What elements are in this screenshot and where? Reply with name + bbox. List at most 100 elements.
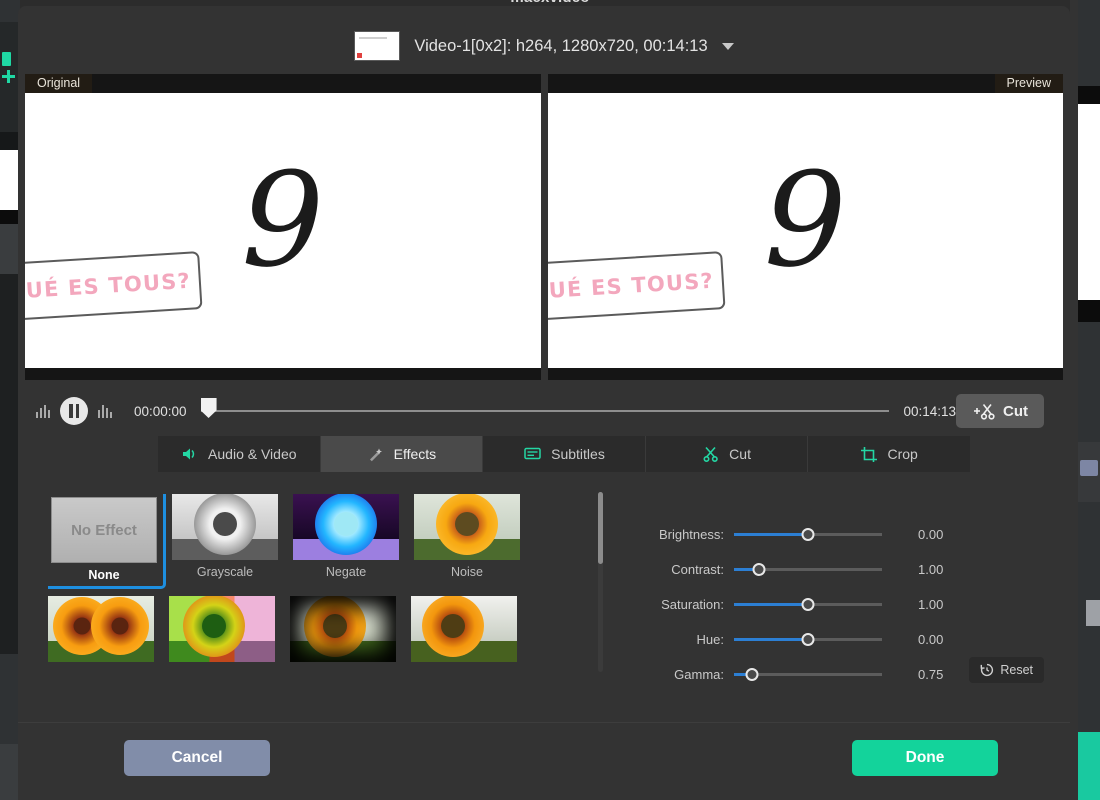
effect-item-mirror[interactable] [48,596,154,683]
original-video-frame: 9 UÉ ES TOUS? [25,93,541,368]
tab-label: Crop [887,446,918,462]
slider-knob[interactable] [745,668,759,681]
effect-item-negate[interactable]: Negate [293,494,399,583]
slider-row-hue: Hue: 0.00 [638,622,1058,657]
speaker-icon [183,448,195,460]
slider-value: 0.75 [918,667,944,682]
effect-label: Negate [325,565,367,579]
tab-label: Subtitles [551,446,605,462]
bg-left-lower [0,654,20,744]
original-pane: Original 9 UÉ ES TOUS? [25,74,541,380]
brightness-slider[interactable] [734,528,882,542]
subtitles-icon [524,447,541,460]
slider-knob[interactable] [801,598,815,611]
playback-toolbar: 00:00:00 00:14:13 Cut [18,386,1070,436]
tab-crop[interactable]: Crop [808,436,970,472]
saturation-slider[interactable] [734,598,882,612]
effect-label: Grayscale [196,565,254,579]
adjustment-sliders: Brightness: 0.00 Contrast: 1.00 Saturati… [638,517,1058,692]
slider-value: 0.00 [918,527,944,542]
cancel-button[interactable]: Cancel [124,740,270,776]
original-label: Original [25,74,93,93]
preview-video-glyph: 9 [763,143,847,296]
effect-item-vignette[interactable] [290,596,396,683]
bg-right-dark-bar-top [1078,86,1100,104]
dialog-header: Video-1[0x2]: h264, 1280x720, 00:14:13 [18,20,1070,72]
scissors-plus-icon [974,404,995,420]
effects-scrollbar[interactable] [598,492,603,672]
background-window-left [0,0,20,800]
bg-left-white-panel [0,150,20,210]
bg-right-badge [1080,460,1098,476]
crop-icon [861,447,878,462]
timeline-rail [200,409,890,413]
preview-pane: Preview 9 UÉ ES TOUS? [547,74,1063,380]
background-window-right [1070,0,1100,800]
effect-thumbnail [48,596,154,662]
cut-button[interactable]: Cut [956,394,1044,428]
pause-icon[interactable] [60,397,88,425]
slider-value: 1.00 [918,597,944,612]
contrast-slider[interactable] [734,563,882,577]
effect-thumbnail [411,596,517,662]
slider-fill [734,533,808,536]
cut-button-label: Cut [1003,402,1028,420]
effect-item-none[interactable]: No Effect None [48,494,166,589]
scissors-icon [703,446,718,462]
bg-left-plus-icon [2,70,15,83]
effect-label [290,667,396,683]
slider-fill [734,603,808,606]
done-button[interactable]: Done [852,740,998,776]
slider-label: Brightness: [658,527,724,542]
effect-item-sketch[interactable] [411,596,517,683]
effect-label [48,667,154,683]
effect-thumbnail: No Effect [51,497,157,563]
effects-list[interactable]: No Effect None Grayscale Negate Noise [48,494,593,690]
slider-row-contrast: Contrast: 1.00 [638,552,1058,587]
timeline-playhead[interactable] [200,398,217,418]
tab-label: Audio & Video [208,446,297,462]
preview-area: Original 9 UÉ ES TOUS? Preview 9 UÉ ES T… [25,74,1063,380]
hue-slider[interactable] [734,633,882,647]
chevron-down-icon[interactable] [721,42,734,50]
preview-video-frame: 9 UÉ ES TOUS? [547,93,1063,368]
audio-bars-right-icon [98,404,112,418]
effect-item-painting[interactable] [169,596,275,683]
effect-thumbnail [414,494,520,560]
bg-right-titlebar [1078,0,1100,86]
effect-label: Noise [451,565,483,579]
bg-left-green-icon [2,52,11,66]
effects-scrollbar-thumb[interactable] [598,492,603,564]
current-time: 00:00:00 [134,403,187,419]
slider-label: Saturation: [661,597,724,612]
slider-knob[interactable] [801,633,815,646]
timeline-track[interactable] [200,396,890,426]
effect-item-grayscale[interactable]: Grayscale [172,494,278,583]
slider-knob[interactable] [801,528,815,541]
effect-thumbnail [290,596,396,662]
bg-right-dark-bar-bottom [1078,300,1100,322]
bg-left-dark-bar [0,210,20,224]
bg-right-green-footer [1078,732,1100,800]
slider-knob[interactable] [752,563,766,576]
effect-thumbnail [169,596,275,662]
bg-right-panel [1078,322,1100,442]
effect-thumbnail [172,494,278,560]
effects-panel: No Effect None Grayscale Negate Noise Br… [18,472,1070,722]
reset-button[interactable]: Reset [969,657,1044,683]
thumbnail-line [359,37,388,39]
slider-value: 1.00 [918,562,944,577]
dialog-footer: Cancel Done [18,722,1070,800]
tab-effects[interactable]: Effects [320,436,484,472]
tab-audio-video[interactable]: Audio & Video [158,436,321,472]
tab-subtitles[interactable]: Subtitles [483,436,646,472]
audio-bars-left-icon [36,404,50,418]
effect-item-noise[interactable]: Noise [414,494,520,583]
gamma-slider[interactable] [734,668,882,682]
slider-row-brightness: Brightness: 0.00 [638,517,1058,552]
effect-label: None [88,568,120,582]
bg-right-chip [1086,600,1100,626]
slider-label: Gamma: [674,667,724,682]
bg-right-white-panel [1078,104,1100,300]
tab-cut[interactable]: Cut [646,436,809,472]
